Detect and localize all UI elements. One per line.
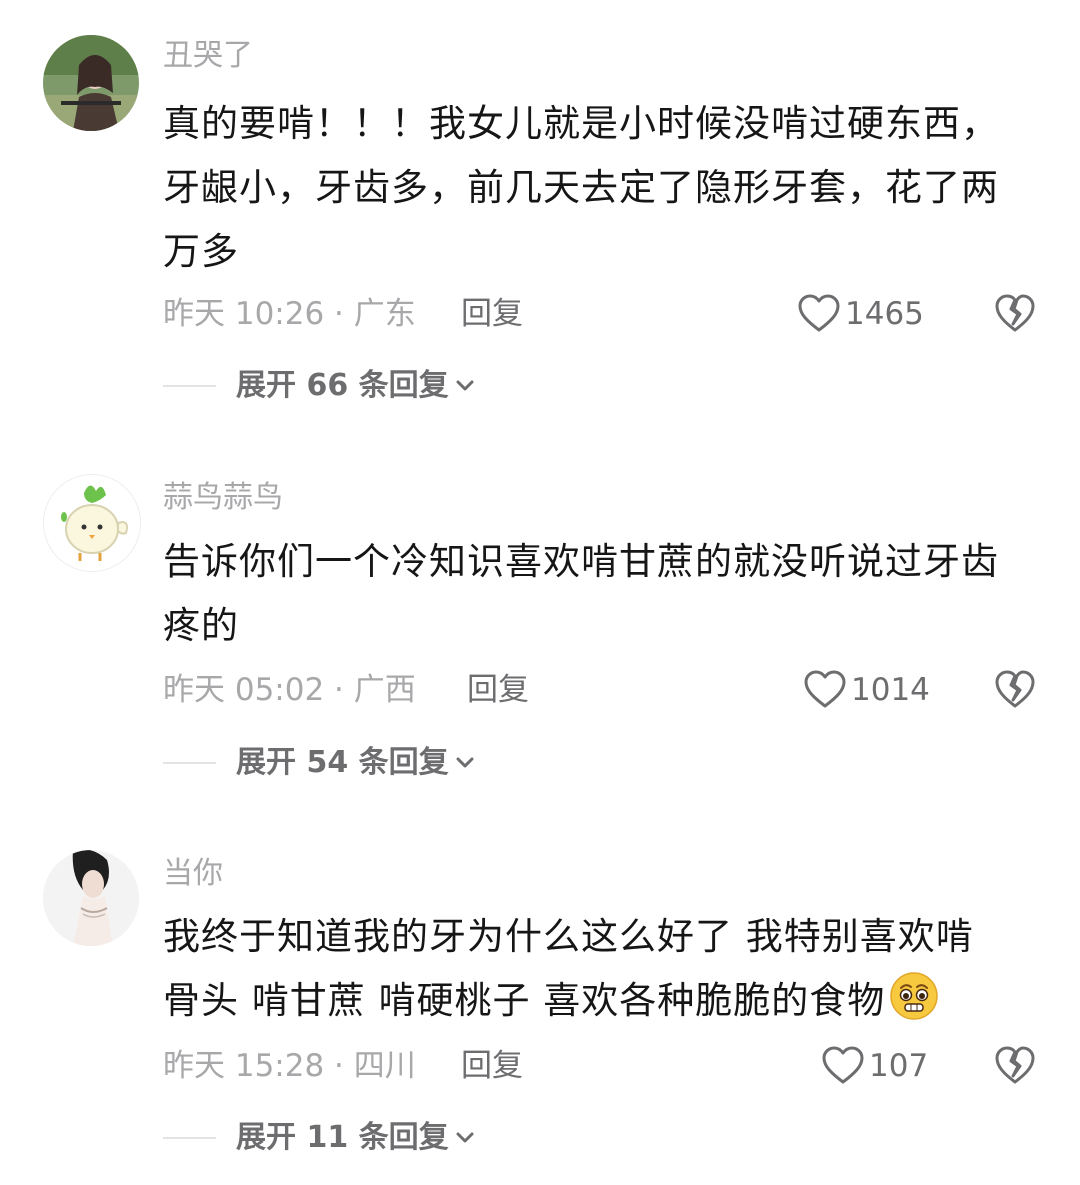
time-location: 昨天 15:28 · 四川 [163,1048,416,1084]
like-button[interactable]: 1465 [797,292,924,336]
username[interactable]: 蒜鸟蒜鸟 [163,478,283,518]
chevron-down-icon [456,380,474,391]
reply-button[interactable]: 回复 [461,292,523,336]
comment-text: 真的要啃！！！我女儿就是小时候没啃过硬东西， 牙龈小，牙齿多，前几天去定了隐形牙… [163,92,1043,284]
avatar[interactable] [43,474,141,572]
chevron-down-icon [456,1132,474,1143]
broken-heart-icon [995,1046,1035,1084]
expand-replies-label: 展开 66 条回复 [236,368,449,403]
comment-text-line: 万多 [163,230,239,273]
expand-replies-label: 展开 54 条回复 [236,745,449,780]
dislike-button[interactable] [993,292,1037,336]
username[interactable]: 当你 [163,854,223,894]
broken-heart-icon [995,670,1035,708]
expand-replies-button[interactable]: 展开 54 条回复 [236,741,475,785]
expand-replies-button[interactable]: 展开 66 条回复 [236,364,475,408]
reply-button[interactable]: 回复 [467,668,529,712]
comment-meta: 昨天 15:28 · 四川 回复 107 [163,1044,1043,1088]
dislike-button[interactable] [993,1044,1037,1088]
comment-meta: 昨天 10:26 · 广东 回复 1465 [163,292,1043,336]
like-button[interactable]: 107 [821,1044,928,1088]
pleading-face-emoji-icon [889,971,939,1041]
username[interactable]: 丑哭了 [163,36,253,76]
reply-button[interactable]: 回复 [461,1044,523,1088]
comment-text-line: 疼的 [163,604,239,647]
comment-text-line: 告诉你们一个冷知识喜欢啃甘蔗的就没听说过牙齿 [163,540,999,583]
comment-text-line: 我终于知道我的牙为什么这么好了 我特别喜欢啃 [163,915,974,958]
like-count: 1465 [845,296,924,332]
expand-replies-button[interactable]: 展开 11 条回复 [236,1116,475,1160]
heart-outline-icon [804,670,846,708]
heart-outline-icon [798,294,840,332]
divider [163,385,216,387]
avatar[interactable] [43,35,139,131]
avatar[interactable] [43,850,139,946]
comment-text: 告诉你们一个冷知识喜欢啃甘蔗的就没听说过牙齿 疼的 [163,530,1043,658]
expand-replies: 展开 11 条回复 [163,1116,663,1160]
time-location: 昨天 05:02 · 广西 [163,672,416,708]
broken-heart-icon [995,294,1035,332]
comment-text-line: 骨头 啃甘蔗 啃硬桃子 喜欢各种脆脆的食物 [163,969,1043,1041]
expand-replies-label: 展开 11 条回复 [236,1120,449,1155]
time-location: 昨天 10:26 · 广东 [163,296,416,332]
comment-text: 我终于知道我的牙为什么这么好了 我特别喜欢啃 骨头 啃甘蔗 啃硬桃子 喜欢各种脆… [163,905,1043,1041]
expand-replies: 展开 66 条回复 [163,364,663,408]
like-button[interactable]: 1014 [803,668,930,712]
chevron-down-icon [456,757,474,768]
expand-replies: 展开 54 条回复 [163,741,663,785]
comment-text-line: 真的要啃！！！我女儿就是小时候没啃过硬东西， [163,102,999,145]
comment-text-line: 牙龈小，牙齿多，前几天去定了隐形牙套，花了两 [163,166,999,209]
divider [163,1137,216,1139]
dislike-button[interactable] [993,668,1037,712]
heart-outline-icon [822,1046,864,1084]
like-count: 1014 [851,672,930,708]
comment-text-fragment: 骨头 啃甘蔗 啃硬桃子 喜欢各种脆脆的食物 [163,979,886,1022]
divider [163,762,216,764]
comment-meta: 昨天 05:02 · 广西 回复 1014 [163,668,1043,712]
like-count: 107 [869,1048,929,1084]
